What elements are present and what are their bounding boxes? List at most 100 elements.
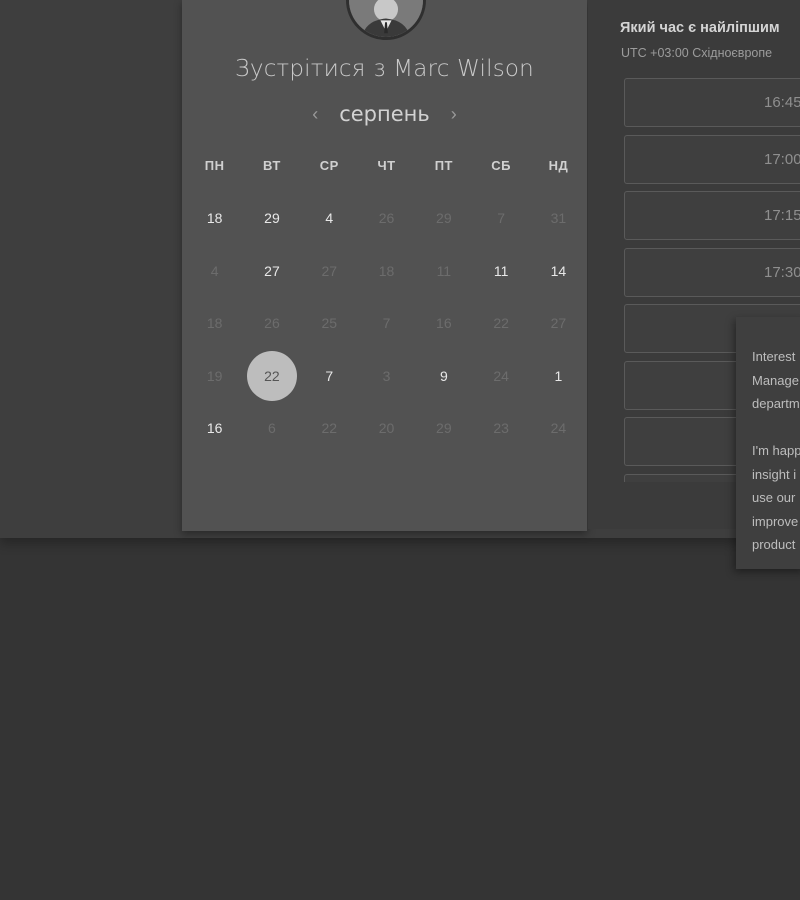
weekday-label: НД <box>548 158 569 173</box>
calendar-day[interactable]: 14 <box>530 245 587 298</box>
calendar-day-number: 18 <box>378 262 395 279</box>
calendar-day[interactable]: 29 <box>243 192 300 245</box>
calendar-day: 7 <box>472 192 529 245</box>
calendar-day-number: 7 <box>325 367 334 384</box>
calendar-day: 25 <box>301 297 358 350</box>
calendar-day-number: 29 <box>436 210 452 227</box>
popover-text-line: use our <box>752 490 796 505</box>
popover-paragraph-gap <box>752 416 800 440</box>
calendar-day: 18 <box>186 297 243 350</box>
popover-text-line: Interest <box>752 349 796 364</box>
calendar-day[interactable]: 1 <box>530 350 587 403</box>
info-popover: Interest Manage departm I'm happ insight… <box>736 317 800 569</box>
calendar-day: 29 <box>415 192 472 245</box>
calendar-day[interactable]: 7 <box>301 350 358 403</box>
calendar-day-number: 27 <box>550 315 567 332</box>
calendar-day: 27 <box>530 297 587 350</box>
calendar-day-number: 4 <box>210 262 219 279</box>
calendar-day-number: 1 <box>554 367 563 384</box>
calendar-day-number: 9 <box>439 367 448 384</box>
calendar-day-number: 24 <box>550 420 567 437</box>
calendar-day-number: 29 <box>264 210 280 227</box>
calendar-day[interactable]: 11 <box>472 245 529 298</box>
popover-text-line: insight i <box>752 466 797 482</box>
calendar-day: 3 <box>358 350 415 403</box>
month-label: серпень <box>339 102 430 126</box>
calendar-day-number: 31 <box>550 210 567 227</box>
weekday-label: ПТ <box>434 158 453 173</box>
popover-text-line: departm <box>752 396 800 411</box>
calendar-day: 27 <box>301 245 358 298</box>
chevron-right-icon[interactable]: › <box>446 104 462 125</box>
calendar-day-number: 26 <box>264 315 280 332</box>
calendar-day-number: 7 <box>497 210 506 227</box>
calendar-day-number: 22 <box>493 315 509 332</box>
calendar-day: 4 <box>186 245 243 298</box>
time-slot-button[interactable]: 17:15 <box>624 191 800 240</box>
calendar-day[interactable]: 4 <box>301 192 358 245</box>
calendar-day: 31 <box>530 192 587 245</box>
calendar-day-number: 22 <box>246 350 297 401</box>
calendar-day-number: 19 <box>206 367 223 384</box>
calendar-day-number: 11 <box>493 262 509 279</box>
calendar-day: 26 <box>243 297 300 350</box>
weekday-label: ПН <box>204 158 225 173</box>
calendar-day: 24 <box>472 350 529 403</box>
weekday-header: ПН ВТ СР ЧТ ПТ СБ НД <box>186 158 586 173</box>
calendar-day-number: 18 <box>206 315 223 332</box>
calendar-day-number: 16 <box>436 315 452 332</box>
time-slot-button[interactable]: 16:45 <box>624 78 800 127</box>
calendar-day-number: 7 <box>382 315 391 332</box>
popover-text-line: I'm happ <box>752 443 800 458</box>
weekday-label: ЧТ <box>377 158 396 173</box>
calendar-day-number: 11 <box>436 262 452 279</box>
calendar-day: 20 <box>358 402 415 455</box>
calendar-day-number: 6 <box>268 420 276 437</box>
time-question: Який час є найліпшим <box>620 20 780 36</box>
calendar-day: 6 <box>243 402 300 455</box>
calendar-day-number: 14 <box>550 262 567 279</box>
weekday-label: СБ <box>491 158 511 173</box>
calendar-day: 16 <box>415 297 472 350</box>
calendar-day-number: 29 <box>436 420 452 437</box>
calendar-day-number: 20 <box>378 420 395 437</box>
meeting-title: Зустрітися з Marc Wilson <box>235 56 534 82</box>
calendar-day: 29 <box>415 402 472 455</box>
timezone-label[interactable]: UTC +03:00 Східноєвропе <box>621 46 800 60</box>
calendar-day: 22 <box>301 402 358 455</box>
time-slot-button[interactable]: 17:30 <box>624 247 800 297</box>
calendar-day: 19 <box>186 350 243 403</box>
calendar-day-number: 25 <box>321 315 338 332</box>
calendar-day-number: 16 <box>206 420 223 437</box>
calendar-day-number: 23 <box>493 420 509 437</box>
calendar-day-number: 18 <box>206 210 223 227</box>
calendar-day: 11 <box>415 245 472 298</box>
chevron-left-icon[interactable]: ‹ <box>307 104 323 125</box>
month-navigation: ‹ серпень › <box>182 100 587 128</box>
calendar-day[interactable]: 27 <box>243 245 300 298</box>
calendar-day[interactable]: 16 <box>186 402 243 455</box>
calendar-day-number: 27 <box>321 262 338 279</box>
calendar-day-number: 22 <box>321 420 338 437</box>
calendar-day: 7 <box>358 297 415 350</box>
calendar-day: 24 <box>530 402 587 455</box>
popover-text-line: Manage <box>752 372 799 388</box>
popover-text-line: improve <box>752 513 799 529</box>
calendar-day-selected[interactable]: 22 <box>243 350 300 403</box>
calendar-day-number: 26 <box>378 210 395 227</box>
time-slot-button[interactable]: 17:00 <box>624 134 800 184</box>
calendar-day[interactable]: 9 <box>415 350 472 403</box>
calendar-day-number: 27 <box>264 262 280 279</box>
popover-text-line: product <box>752 537 796 552</box>
calendar-days-grid: 18 29 4 26 29 7 31 4 27 27 18 11 11 14 18 26 25 7 16 22 27 19… <box>186 192 586 455</box>
calendar-day-number: 3 <box>382 367 391 384</box>
calendar-day: 22 <box>472 297 529 350</box>
calendar-day: 23 <box>472 402 529 455</box>
weekday-label: ВТ <box>263 158 281 173</box>
calendar-day[interactable]: 18 <box>186 192 243 245</box>
calendar-day: 18 <box>358 245 415 298</box>
weekday-label: СР <box>319 158 339 173</box>
calendar-day: 26 <box>358 192 415 245</box>
calendar-day-number: 24 <box>493 367 509 384</box>
calendar-day-number: 4 <box>325 210 334 227</box>
